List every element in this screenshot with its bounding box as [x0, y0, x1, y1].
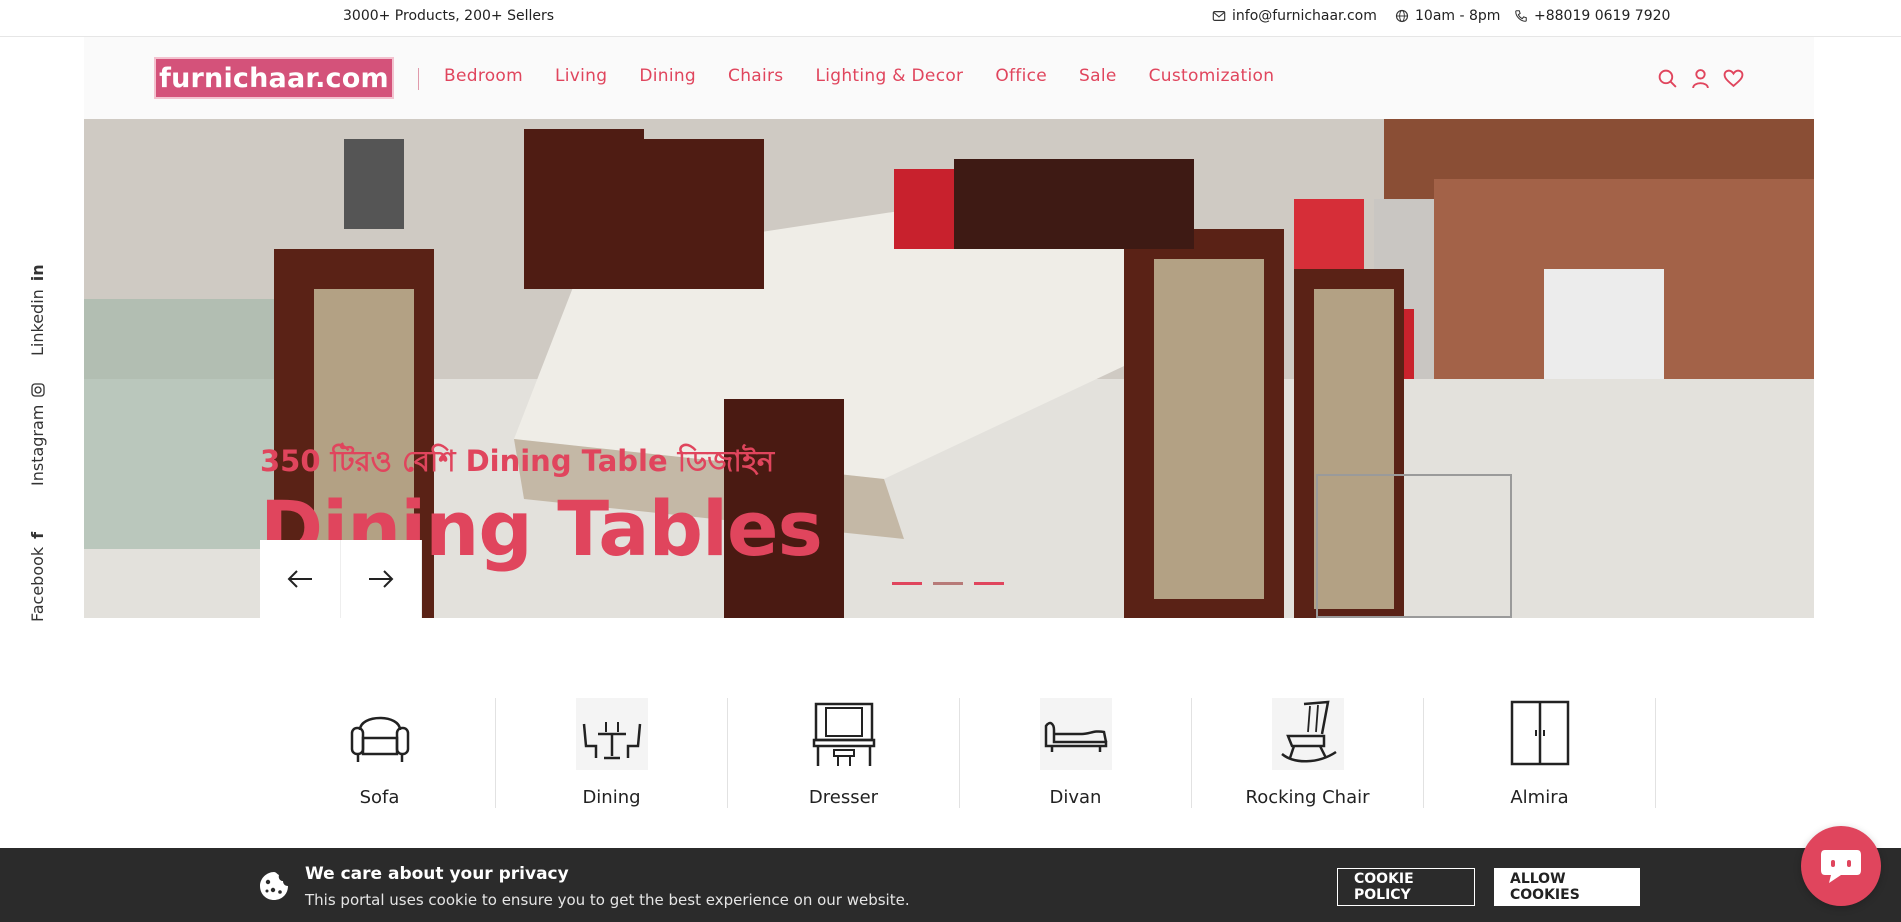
nav-lighting-decor[interactable]: Lighting & Decor: [815, 66, 963, 86]
arrow-left-icon: [287, 570, 312, 588]
cookie-policy-button[interactable]: COOKIE POLICY: [1337, 868, 1475, 906]
dresser-icon: [812, 702, 875, 766]
phone-contact[interactable]: +88019 0619 7920: [1514, 8, 1670, 24]
category-label: Rocking Chair: [1245, 787, 1370, 808]
heart-icon[interactable]: [1723, 68, 1744, 89]
slide-dot-1[interactable]: [892, 582, 922, 585]
category-label: Almira: [1510, 787, 1569, 808]
phone-icon: [1515, 10, 1527, 22]
category-label: Divan: [1049, 787, 1102, 808]
globe-icon: [1395, 9, 1409, 23]
logo-text: furnichaar.com: [159, 62, 389, 94]
slider-dots: [892, 582, 1004, 585]
slide-dot-3[interactable]: [974, 582, 1004, 585]
hours-contact: 10am - 8pm: [1395, 8, 1500, 24]
nav-customization[interactable]: Customization: [1149, 66, 1275, 86]
divan-icon: [1044, 721, 1107, 752]
hero-subtitle: 350 টিরও বেশি Dining Table ডিজাইন: [260, 444, 775, 478]
linkedin-icon: in: [28, 264, 47, 282]
category-label: Dining: [582, 787, 641, 808]
category-almira[interactable]: Almira: [1424, 698, 1656, 808]
email-contact[interactable]: info@furnichaar.com: [1212, 8, 1377, 24]
category-strip: Sofa Dining Dresser Divan Rocking Chair …: [264, 698, 1656, 808]
hero-slider: 350 টিরও বেশি Dining Table ডিজাইন Dining…: [84, 119, 1814, 618]
instagram-label: Instagram: [28, 404, 47, 486]
facebook-label: Facebook: [28, 546, 47, 622]
next-slide-button[interactable]: [341, 540, 422, 618]
social-facebook[interactable]: Facebook f: [28, 532, 47, 622]
category-rocking-chair[interactable]: Rocking Chair: [1192, 698, 1424, 808]
site-header: furnichaar.com Bedroom Living Dining Cha…: [84, 37, 1814, 119]
cookie-icon: [260, 872, 288, 900]
linkedin-label: Linkedin: [28, 289, 47, 356]
nav-office[interactable]: Office: [995, 66, 1047, 86]
phone-text: +88019 0619 7920: [1534, 8, 1671, 24]
rocking-chair-icon: [1280, 700, 1337, 763]
prev-slide-button[interactable]: [260, 540, 341, 618]
nav-bedroom[interactable]: Bedroom: [444, 66, 523, 86]
nav-sale[interactable]: Sale: [1079, 66, 1117, 86]
category-dining[interactable]: Dining: [496, 698, 728, 808]
arrow-right-icon: [369, 570, 394, 588]
dining-icon: [582, 722, 641, 760]
almira-icon: [1510, 700, 1569, 766]
category-divan[interactable]: Divan: [960, 698, 1192, 808]
search-icon[interactable]: [1657, 68, 1678, 89]
instagram-icon: [30, 382, 45, 397]
logo-divider: [418, 68, 419, 90]
cookie-title: We care about your privacy: [305, 864, 569, 884]
cookie-text: This portal uses cookie to ensure you to…: [305, 891, 910, 909]
chat-button[interactable]: [1801, 826, 1881, 906]
social-linkedin[interactable]: Linkedin in: [28, 264, 47, 356]
promo-text: 3000+ Products, 200+ Sellers: [343, 8, 555, 24]
logo[interactable]: furnichaar.com: [154, 57, 394, 99]
header-icons: [1657, 68, 1744, 89]
nav-chairs[interactable]: Chairs: [728, 66, 783, 86]
main-nav: Bedroom Living Dining Chairs Lighting & …: [444, 66, 1306, 86]
image-placeholder-icon: [1316, 474, 1512, 618]
category-label: Sofa: [359, 787, 400, 808]
nav-living[interactable]: Living: [555, 66, 607, 86]
top-bar: 3000+ Products, 200+ Sellers info@furnic…: [0, 0, 1901, 37]
cookie-banner: We care about your privacy This portal u…: [0, 848, 1901, 922]
email-text: info@furnichaar.com: [1232, 8, 1377, 24]
social-instagram[interactable]: Instagram: [28, 382, 47, 486]
slider-arrows: [260, 540, 422, 618]
hours-text: 10am - 8pm: [1415, 8, 1501, 24]
category-label: Dresser: [808, 787, 879, 808]
user-icon[interactable]: [1690, 68, 1711, 89]
mail-icon: [1212, 11, 1226, 21]
allow-cookies-button[interactable]: ALLOW COOKIES: [1494, 868, 1640, 906]
category-sofa[interactable]: Sofa: [264, 698, 496, 808]
facebook-icon: f: [28, 531, 47, 539]
slide-dot-2[interactable]: [933, 582, 963, 585]
nav-dining[interactable]: Dining: [639, 66, 696, 86]
chat-icon: [1821, 850, 1861, 883]
sofa-icon: [350, 716, 409, 762]
category-dresser[interactable]: Dresser: [728, 698, 960, 808]
